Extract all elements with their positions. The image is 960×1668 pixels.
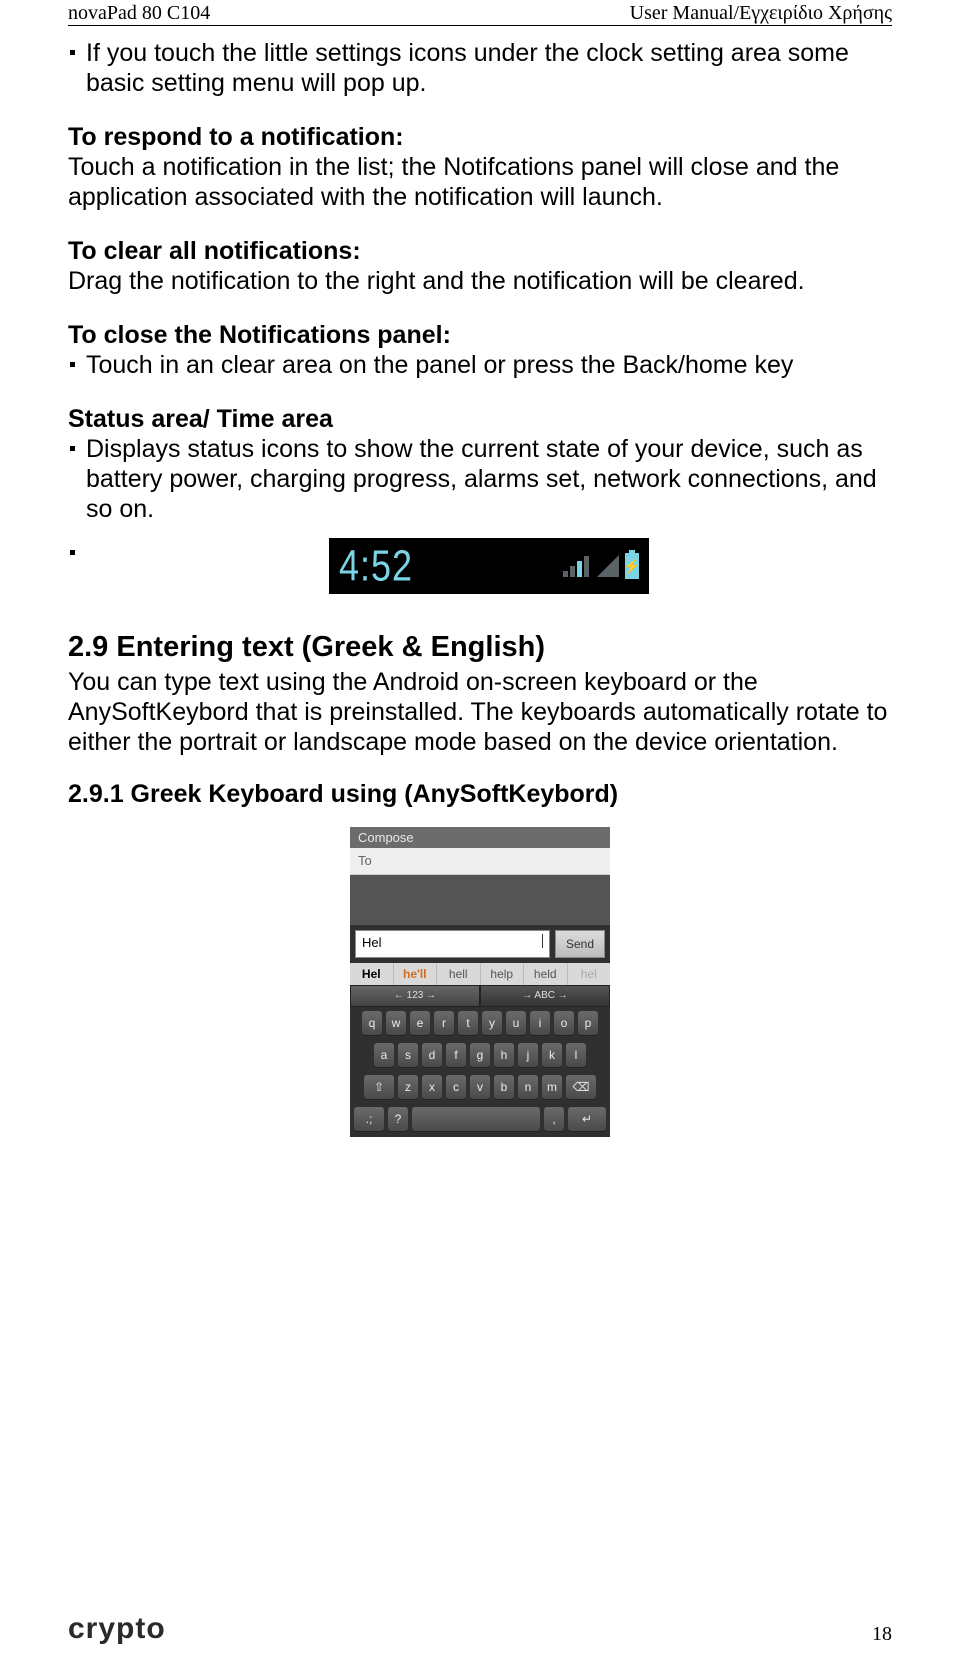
section-2-9-body: You can type text using the Android on-s… [68,667,892,757]
key-a[interactable]: a [374,1043,394,1067]
key-r[interactable]: r [434,1011,454,1035]
page-footer: crypto 18 [68,1612,892,1646]
key-x[interactable]: x [422,1075,442,1099]
key-comma[interactable]: , [544,1107,564,1131]
suggestion-item[interactable]: he'll [394,963,438,985]
page-header: novaPad 80 C104 User Manual/Εγχειρίδιο Χ… [68,0,892,26]
respond-title: To respond to a notification: [68,123,404,151]
header-left: novaPad 80 C104 [68,2,210,25]
key-b[interactable]: b [494,1075,514,1099]
key-space[interactable] [412,1107,540,1131]
clear-title: To clear all notifications: [68,237,361,265]
suggestion-item[interactable]: hel [568,963,611,985]
close-title: To close the Notifications panel: [68,321,451,349]
key-m[interactable]: m [542,1075,562,1099]
suggestion-bar: Hel he'll hell help held hel [350,963,610,985]
send-button[interactable]: Send [555,930,605,958]
key-shift[interactable]: ⇧ [364,1075,394,1099]
key-y[interactable]: y [482,1011,502,1035]
key-h[interactable]: h [494,1043,514,1067]
key-u[interactable]: u [506,1011,526,1035]
statusbar-image: 4:52 ⚡ [329,538,649,594]
key-w[interactable]: w [386,1011,406,1035]
key-row-4: .; ? , ↵ [350,1103,610,1137]
section-respond: To respond to a notification: Touch a no… [68,122,892,212]
key-o[interactable]: o [554,1011,574,1035]
battery-icon: ⚡ [625,553,639,579]
to-field: To [350,848,610,875]
key-symbols[interactable]: .; [354,1107,384,1131]
status-title: Status area/ Time area [68,405,333,433]
close-bullet: Touch in an clear area on the panel or p… [86,350,892,380]
suggestion-item[interactable]: hell [437,963,481,985]
key-c[interactable]: c [446,1075,466,1099]
key-n[interactable]: n [518,1075,538,1099]
wifi-icon [563,555,591,577]
key-row-2: a s d f g h j k l [350,1039,610,1071]
tab-123[interactable]: ← 123 → [350,985,480,1007]
status-bullet: Displays status icons to show the curren… [86,434,892,524]
key-v[interactable]: v [470,1075,490,1099]
key-d[interactable]: d [422,1043,442,1067]
section-2-9-1-title: 2.9.1 Greek Keyboard using (AnySoftKeybo… [68,779,892,809]
key-k[interactable]: k [542,1043,562,1067]
suggestion-item[interactable]: held [524,963,568,985]
text-input[interactable]: Hel [355,930,550,958]
bullet-settings-icons: If you touch the little settings icons u… [86,38,892,98]
key-f[interactable]: f [446,1043,466,1067]
key-enter[interactable]: ↵ [568,1107,606,1131]
clear-body: Drag the notification to the right and t… [68,267,805,295]
key-question[interactable]: ? [388,1107,408,1131]
suggestion-item[interactable]: Hel [350,963,394,985]
key-l[interactable]: l [566,1043,586,1067]
signal-icon [597,555,619,577]
compose-bar: Compose [350,827,610,849]
tab-abc[interactable]: → ABC → [480,985,610,1007]
status-bullet-empty: 4:52 ⚡ [86,538,892,594]
keyboard-mode-tabs: ← 123 → → ABC → [350,985,610,1007]
key-row-1: q w e r t y u i o p [350,1007,610,1039]
key-q[interactable]: q [362,1011,382,1035]
key-z[interactable]: z [398,1075,418,1099]
key-row-3: ⇧ z x c v b n m ⌫ [350,1071,610,1103]
section-clear: To clear all notifications: Drag the not… [68,236,892,296]
key-i[interactable]: i [530,1011,550,1035]
page-number: 18 [872,1623,892,1646]
section-status: Status area/ Time area Displays status i… [68,404,892,594]
key-e[interactable]: e [410,1011,430,1035]
key-s[interactable]: s [398,1043,418,1067]
charging-icon: ⚡ [623,558,640,575]
statusbar-icons: ⚡ [563,553,639,579]
page-content: If you touch the little settings icons u… [68,26,892,1137]
section-close: To close the Notifications panel: Touch … [68,320,892,380]
suggestion-item[interactable]: help [481,963,525,985]
header-right: User Manual/Εγχειρίδιο Χρήσης [630,2,892,25]
statusbar-clock: 4:52 [339,540,413,592]
respond-body: Touch a notification in the list; the No… [68,153,839,211]
key-p[interactable]: p [578,1011,598,1035]
key-j[interactable]: j [518,1043,538,1067]
phone-screenshot: Compose To Hel Send Hel he'll hell help … [350,827,610,1138]
key-backspace[interactable]: ⌫ [566,1075,596,1099]
key-t[interactable]: t [458,1011,478,1035]
footer-logo: crypto [68,1612,166,1646]
key-g[interactable]: g [470,1043,490,1067]
section-2-9-title: 2.9 Entering text (Greek & English) [68,630,892,665]
